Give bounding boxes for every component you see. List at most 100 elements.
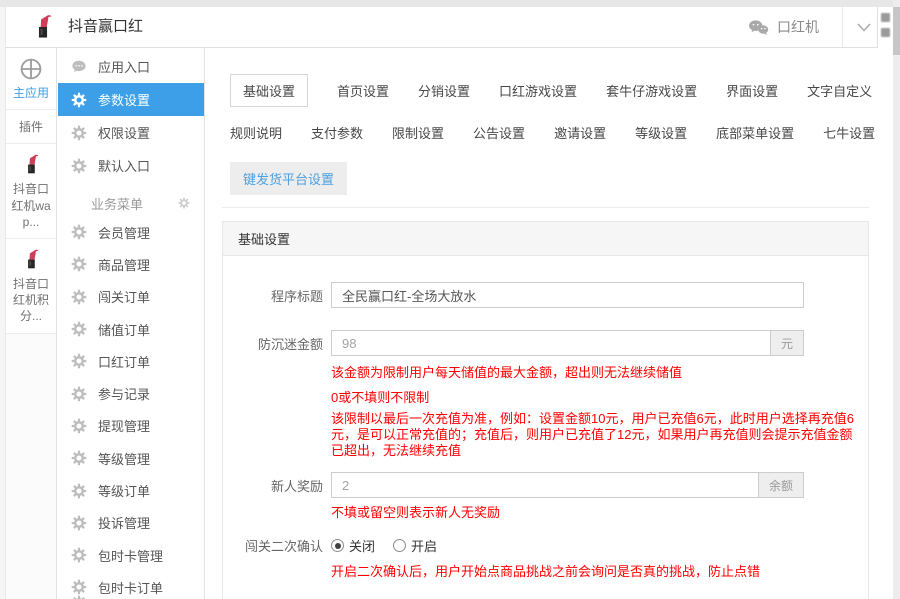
sidebar-item-label: 等级订单 [98, 484, 151, 500]
tab-row2-3[interactable]: 公告设置 [473, 117, 525, 148]
tab-row1-2[interactable]: 分销设置 [418, 75, 470, 106]
app-rail: 主应用插件抖音口红机wap... 抖音口红机积分... [6, 48, 57, 599]
sidebar-item-7[interactable]: 等级管理 [58, 442, 204, 474]
form-row-newcomer-reward: 新人奖励 余额 [223, 472, 868, 498]
sidebar-item-6[interactable]: 提现管理 [58, 410, 204, 442]
sidebar-top-item-0[interactable]: 应用入口 [58, 50, 204, 83]
sidebar-item-0[interactable]: 会员管理 [58, 216, 204, 248]
sidebar-item-label: 应用入口 [98, 60, 151, 75]
tab-row2-0[interactable]: 规则说明 [230, 117, 282, 148]
gear-icon [71, 321, 87, 337]
panel-title: 基础设置 [223, 222, 868, 256]
field-hint: 开启二次确认后，用户开始点商品挑战之前会询问是否真的挑战，防止点错 [331, 564, 761, 579]
sidebar-item-2[interactable]: 闯关订单 [58, 281, 204, 313]
sidebar-top-items: 应用入口参数设置权限设置默认入口 [58, 48, 204, 182]
radio-icon[interactable] [331, 539, 344, 552]
field-label: 闯关二次确认 [244, 539, 323, 554]
tab-row1-0[interactable]: 基础设置 [230, 74, 309, 107]
gear-icon [71, 579, 87, 595]
sidebar-item-4[interactable]: 口红订单 [58, 345, 204, 377]
tabs-divider [222, 207, 869, 208]
field-label: 防沉迷金额 [257, 336, 323, 352]
tabs-row-2: 规则说明支付参数限制设置公告设置邀请设置等级设置底部菜单设置七牛设置高级设置 [230, 117, 893, 148]
scrollbar-thumb[interactable] [893, 7, 900, 55]
rail-item-3[interactable]: 抖音口红机积分... [6, 238, 56, 334]
gear-icon [71, 450, 87, 466]
wechat-icon [748, 19, 769, 36]
sidebar-item-label: 闯关订单 [98, 290, 151, 306]
rail-item-label: 主应用 [12, 86, 49, 100]
scrollbar[interactable] [893, 0, 900, 599]
gear-icon [71, 256, 87, 272]
field-hint: 该金额为限制用户每天储值的最大金额，超出则无法继续储值 [331, 365, 683, 380]
gear-icon [71, 418, 87, 434]
lipstick-icon [19, 153, 43, 177]
field-hint: 不填或留空则表示新人无奖励 [331, 505, 501, 520]
radio-option-open[interactable]: 开启 [393, 536, 437, 555]
program-title-input[interactable] [331, 282, 804, 308]
tab-row1-6[interactable]: 文字自定义 [807, 75, 872, 106]
rail-item-1[interactable]: 插件 [6, 110, 56, 145]
lipstick-icon [19, 248, 43, 272]
tabs-row-1: 基础设置首页设置分销设置口红游戏设置套牛仔游戏设置界面设置文字自定义储值设置 [230, 74, 893, 107]
account-switcher[interactable]: 口红机 [748, 7, 819, 47]
gear-icon [71, 125, 87, 141]
sidebar-group-header[interactable]: 业务菜单 [58, 190, 204, 216]
tab-row1-1[interactable]: 首页设置 [337, 75, 389, 106]
input-addon-yuan: 元 [769, 331, 803, 355]
tab-row1-4[interactable]: 套牛仔游戏设置 [606, 75, 697, 106]
newcomer-reward-input[interactable] [332, 473, 758, 497]
sidebar-item-9[interactable]: 投诉管理 [58, 507, 204, 539]
comment-icon [71, 59, 87, 75]
apps-grid-icon [19, 57, 43, 81]
sidebar-item-label: 默认入口 [98, 159, 151, 174]
anti-addiction-input[interactable] [332, 331, 770, 355]
confirm-radio-group: 关闭 开启 [331, 536, 437, 555]
form-row-program-title: 程序标题 [223, 282, 868, 308]
sidebar-top-item-2[interactable]: 权限设置 [58, 116, 204, 149]
tab-row1-5[interactable]: 界面设置 [726, 75, 778, 106]
settings-panel: 基础设置 程序标题 防沉迷金额 元 该金额为限制用户每天储值的最大金额，超出则无… [222, 221, 869, 599]
clipped-widget[interactable] [877, 7, 893, 48]
clipped-glyph [881, 28, 890, 37]
rail-items: 主应用插件抖音口红机wap... 抖音口红机积分... [6, 48, 56, 334]
field-hint: 0或不填则不限制 [331, 390, 430, 405]
input-addon-balance: 余额 [757, 473, 803, 497]
delivery-platform-tab-button[interactable]: 键发货平台设置 [230, 162, 348, 195]
sidebar-item-8[interactable]: 等级订单 [58, 474, 204, 506]
field-hint: 该限制以最后一次充值为准，例如：设置金额10元，用户已充值6元，此时用户选择再充… [331, 411, 854, 458]
account-label: 口红机 [777, 19, 819, 35]
sidebar-item-3[interactable]: 储值订单 [58, 313, 204, 345]
radio-icon[interactable] [393, 539, 407, 552]
gear-icon [71, 595, 87, 599]
tab-row2-7[interactable]: 七牛设置 [823, 117, 875, 148]
sidebar-item-1[interactable]: 商品管理 [58, 248, 204, 280]
radio-label: 关闭 [349, 539, 376, 554]
sidebar-item-label: 参数设置 [98, 93, 151, 108]
sidebar-top-item-3[interactable]: 默认入口 [58, 149, 204, 182]
rail-item-label: 插件 [18, 120, 43, 135]
gear-icon [71, 547, 87, 563]
tab-row1-3[interactable]: 口红游戏设置 [499, 75, 577, 106]
field-label: 程序标题 [270, 288, 323, 304]
tab-row2-6[interactable]: 底部菜单设置 [716, 117, 794, 148]
sidebar-item-label: 储值订单 [98, 322, 151, 338]
rail-item-0[interactable]: 主应用 [6, 48, 56, 111]
rail-item-label: 抖音口红机wap... [11, 182, 51, 229]
gear-icon [71, 515, 87, 531]
sidebar-item-label: 参与记录 [98, 387, 151, 403]
sidebar-item-5[interactable]: 参与记录 [58, 377, 204, 409]
gear-icon [71, 158, 87, 174]
sidebar-group-label: 业务菜单 [91, 196, 144, 212]
tab-row2-1[interactable]: 支付参数 [311, 117, 363, 148]
gear-icon [71, 92, 87, 108]
sidebar-item-label: 等级管理 [98, 451, 151, 467]
tab-row2-4[interactable]: 邀请设置 [554, 117, 606, 148]
radio-option-close[interactable]: 关闭 [331, 536, 375, 555]
tab-row2-5[interactable]: 等级设置 [635, 117, 687, 148]
sidebar-item-10[interactable]: 包时卡管理 [58, 539, 204, 571]
tab-row2-2[interactable]: 限制设置 [392, 117, 444, 148]
rail-item-2[interactable]: 抖音口红机wap... [6, 144, 56, 239]
sidebar-top-item-1[interactable]: 参数设置 [58, 83, 204, 116]
chevron-down-icon[interactable] [856, 20, 872, 34]
